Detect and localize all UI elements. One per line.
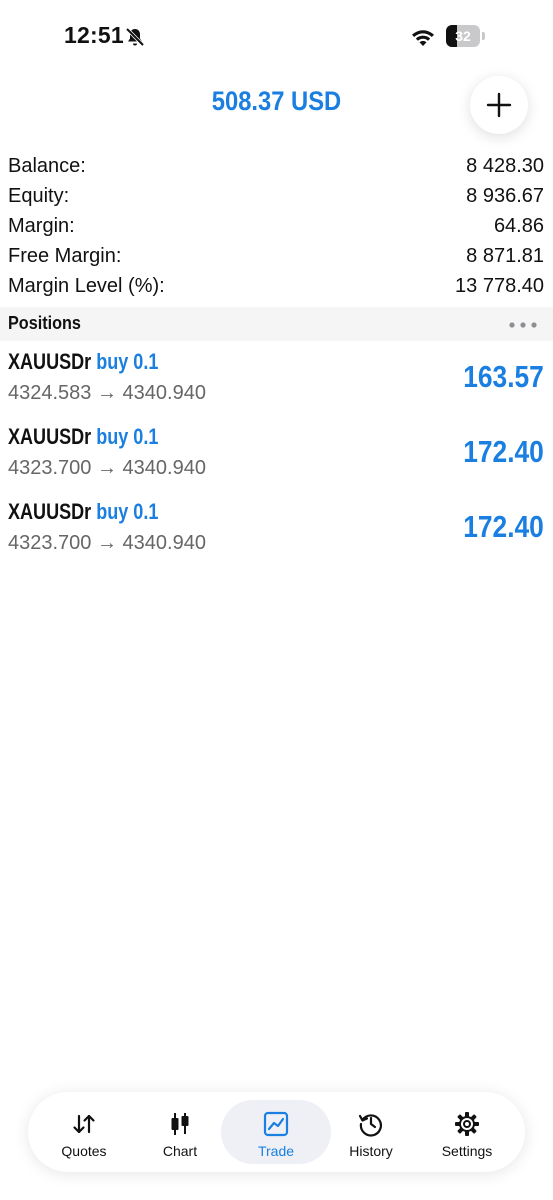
position-symbol-line: XAUUSDr buy 0.1 (8, 424, 158, 450)
tab-label: Chart (162, 1143, 198, 1159)
battery-indicator: 32 (446, 25, 486, 47)
summary-row-equity: Equity: 8 936.67 (0, 181, 553, 211)
plus-icon (486, 92, 512, 118)
tab-label: Settings (441, 1143, 493, 1159)
position-symbol-line: XAUUSDr buy 0.1 (8, 499, 158, 525)
bottom-tab-bar: Quotes Chart Trade History Settings (28, 1092, 525, 1172)
positions-section-header: Positions (0, 307, 553, 341)
summary-label: Margin: (8, 215, 75, 237)
summary-label: Free Margin: (8, 245, 122, 267)
trade-chart-icon (263, 1111, 289, 1137)
summary-row-free-margin: Free Margin: 8 871.81 (0, 241, 553, 271)
positions-title: Positions (8, 313, 81, 333)
positions-list: XAUUSDr buy 0.1 4324.583 → 4340.940 163.… (0, 341, 553, 566)
gear-icon (455, 1112, 479, 1136)
summary-label: Balance: (8, 155, 86, 177)
status-bar: 12:51 32 (0, 0, 553, 70)
tab-history[interactable]: History (323, 1100, 419, 1164)
tab-label: History (349, 1143, 393, 1159)
summary-value: 8 936.67 (466, 185, 544, 207)
summary-value: 13 778.40 (455, 275, 544, 297)
quotes-arrows-icon (73, 1114, 95, 1134)
position-row[interactable]: XAUUSDr buy 0.1 4323.700 → 4340.940 172.… (0, 491, 553, 566)
summary-label: Equity: (8, 185, 70, 207)
summary-value: 64.86 (493, 215, 544, 237)
position-profit: 172.40 (463, 434, 544, 469)
position-side: buy 0.1 (96, 499, 159, 524)
candlestick-icon (171, 1113, 189, 1135)
position-symbol: XAUUSDr (8, 424, 92, 449)
wifi-icon (412, 30, 434, 46)
position-prices: 4324.583 → 4340.940 (8, 382, 206, 404)
add-order-button[interactable] (470, 76, 528, 134)
position-symbol: XAUUSDr (8, 349, 92, 374)
summary-row-margin-level: Margin Level (%): 13 778.40 (0, 271, 553, 301)
summary-label: Margin Level (%): (8, 275, 165, 297)
summary-value: 8 871.81 (466, 245, 544, 267)
tab-chart[interactable]: Chart (132, 1100, 228, 1164)
position-row[interactable]: XAUUSDr buy 0.1 4324.583 → 4340.940 163.… (0, 341, 553, 416)
battery-percent: 32 (455, 28, 471, 44)
position-symbol: XAUUSDr (8, 499, 92, 524)
position-side: buy 0.1 (96, 349, 159, 374)
history-clock-icon (358, 1114, 382, 1137)
position-profit: 172.40 (463, 509, 544, 544)
tab-settings[interactable]: Settings (419, 1100, 515, 1164)
bell-muted-icon (125, 27, 145, 47)
position-symbol-line: XAUUSDr buy 0.1 (8, 349, 158, 375)
more-options-icon[interactable] (508, 321, 538, 329)
tab-label: Quotes (61, 1143, 107, 1159)
position-prices: 4323.700 → 4340.940 (8, 457, 206, 479)
tab-label: Trade (257, 1143, 295, 1159)
summary-row-balance: Balance: 8 428.30 (0, 151, 553, 181)
position-side: buy 0.1 (96, 424, 159, 449)
summary-value: 8 428.30 (466, 155, 544, 177)
position-prices: 4323.700 → 4340.940 (8, 532, 206, 554)
account-summary: Balance: 8 428.30 Equity: 8 936.67 Margi… (0, 151, 553, 301)
summary-row-margin: Margin: 64.86 (0, 211, 553, 241)
tab-quotes[interactable]: Quotes (36, 1100, 132, 1164)
position-row[interactable]: XAUUSDr buy 0.1 4323.700 → 4340.940 172.… (0, 416, 553, 491)
status-time: 12:51 (64, 22, 124, 48)
account-profit-title: 508.37 USD (211, 86, 342, 116)
position-profit: 163.57 (463, 359, 544, 394)
tab-trade[interactable]: Trade (221, 1100, 331, 1164)
